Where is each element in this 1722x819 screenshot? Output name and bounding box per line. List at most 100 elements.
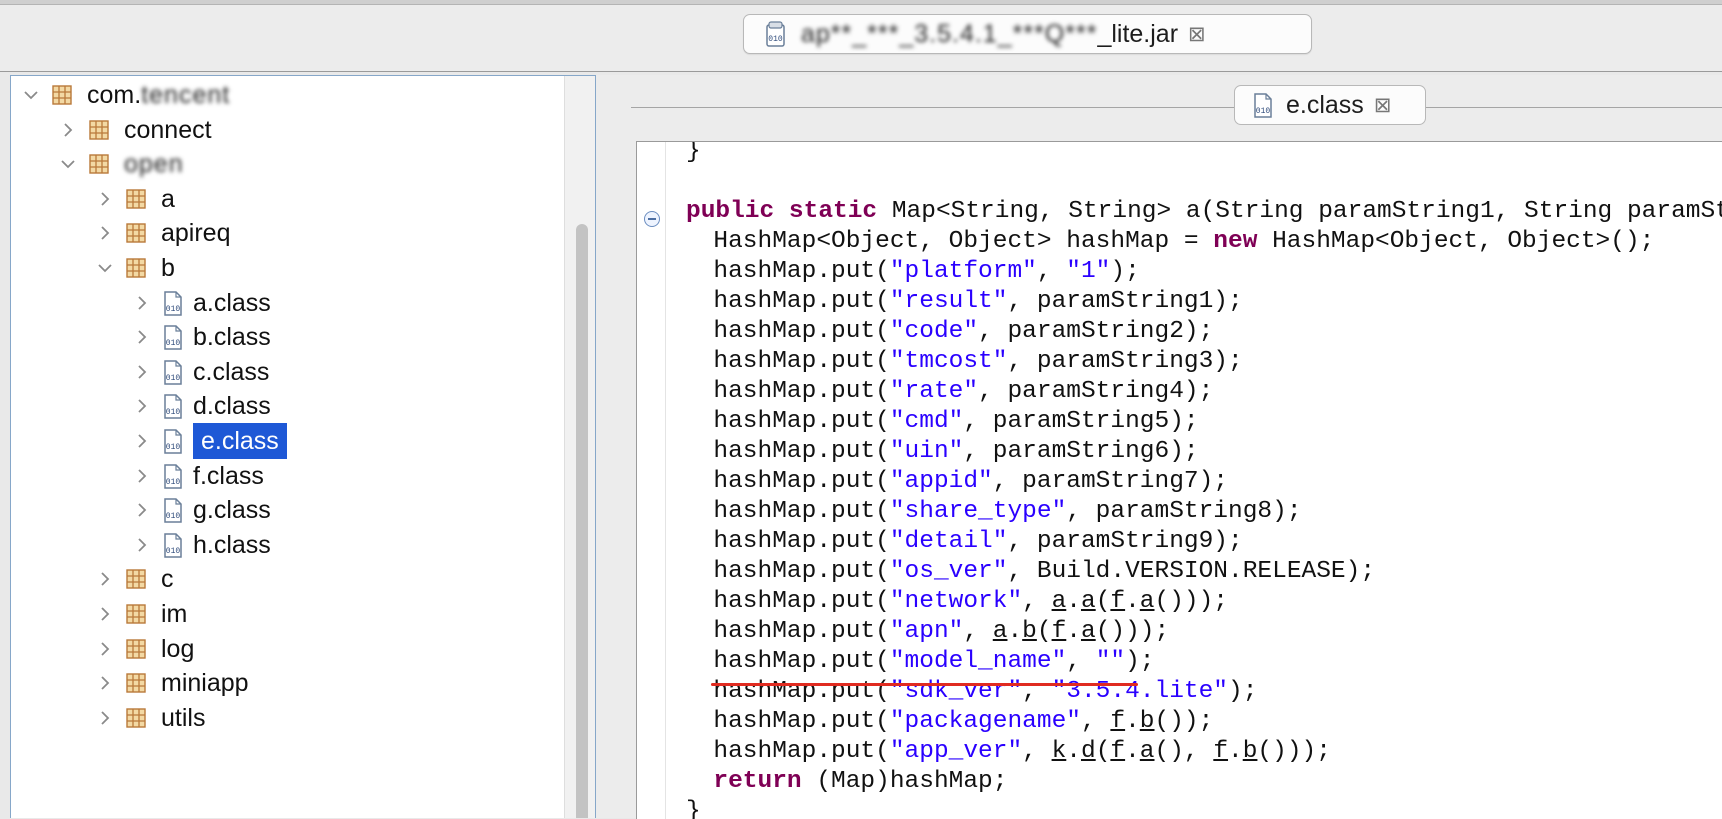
tree-item-text: apireq [161, 219, 231, 248]
code-text: hashMap.put( [684, 708, 890, 735]
tab-e-class[interactable]: 010 e.class ⊠ [1234, 85, 1426, 125]
code-string: "app_ver" [889, 738, 1023, 765]
tree-class-item[interactable]: 010 a.class [132, 284, 278, 322]
chevron-down-icon[interactable] [95, 258, 115, 278]
code-line: hashMap.put("platform", "1"); [684, 257, 1139, 287]
code-keyword: new [1213, 228, 1258, 255]
jar-tab-suffix: _lite.jar [1097, 19, 1179, 48]
tree-package-item[interactable]: miniapp [95, 664, 256, 702]
code-string: "appid" [889, 468, 993, 495]
code-line: hashMap.put("uin", paramString6); [684, 437, 1199, 467]
code-line: hashMap.put("rate", paramString4); [684, 377, 1213, 407]
svg-text:010: 010 [166, 408, 181, 417]
code-text: } [686, 798, 701, 819]
code-text: , paramString6); [963, 438, 1199, 465]
code-text: hashMap.put( [684, 258, 890, 285]
tab-jar-file[interactable]: 010 ap**_***_3.5.4.1_***Q***_lite.jar ⊠ [743, 14, 1312, 54]
code-string: "apn" [889, 618, 964, 645]
svg-text:010: 010 [166, 339, 181, 348]
package-icon [125, 672, 147, 694]
chevron-right-icon[interactable] [58, 120, 78, 140]
code-reference: a [1080, 618, 1096, 645]
chevron-right-icon[interactable] [95, 708, 115, 728]
code-text: . [1007, 618, 1023, 645]
class-file-icon: 010 [1252, 92, 1274, 119]
tree-class-item[interactable]: 010 g.class [132, 491, 278, 529]
tree-item-text: b.class [193, 323, 271, 352]
jar-tab-label: ap**_***_3.5.4.1_***Q***_lite.jar [801, 20, 1178, 49]
tree-package-item[interactable]: connect [58, 111, 219, 149]
tree-class-item[interactable]: 010 e.class [132, 422, 287, 460]
code-text: hashMap.put( [684, 318, 890, 345]
package-explorer: com.tencent connect open a apireq b 010 a.class… [10, 75, 596, 818]
tree-item-label: im [161, 596, 194, 632]
code-text: (Map)hashMap; [801, 768, 1008, 795]
tree-package-item[interactable]: im [95, 595, 194, 633]
tree-class-item[interactable]: 010 b.class [132, 318, 278, 356]
code-string: "os_ver" [889, 558, 1008, 585]
chevron-right-icon[interactable] [132, 396, 152, 416]
chevron-down-icon[interactable] [58, 154, 78, 174]
code-text: . [1125, 708, 1140, 735]
chevron-right-icon[interactable] [132, 293, 152, 313]
code-text: , [963, 618, 993, 645]
tree-item-label: miniapp [161, 665, 256, 701]
code-reference: b [1139, 708, 1155, 735]
chevron-down-icon[interactable] [21, 85, 41, 105]
binary-file-icon: 010 [765, 20, 787, 48]
tree-package-item[interactable]: com.tencent [21, 76, 237, 114]
chevron-right-icon[interactable] [132, 535, 152, 555]
chevron-right-icon[interactable] [132, 500, 152, 520]
code-text: . [1066, 618, 1081, 645]
code-text: ( [1095, 588, 1111, 615]
package-icon [125, 257, 147, 279]
code-text: , [1036, 258, 1067, 285]
chevron-right-icon[interactable] [95, 673, 115, 693]
chevron-right-icon[interactable] [95, 223, 115, 243]
tree-package-item[interactable]: c [95, 560, 181, 598]
code-editor[interactable]: } public static Map<String, String> a(Str… [636, 141, 1722, 819]
code-keyword: public static [686, 198, 878, 225]
chevron-right-icon[interactable] [132, 431, 152, 451]
tree-class-item[interactable]: 010 c.class [132, 353, 276, 391]
tree-item-label: b.class [193, 319, 278, 355]
tree-class-item[interactable]: 010 h.class [132, 526, 278, 564]
tree-item-text: b [161, 254, 175, 282]
code-line: hashMap.put("result", paramString1); [684, 287, 1242, 317]
chevron-right-icon[interactable] [95, 569, 115, 589]
code-reference: a [1080, 588, 1096, 615]
fold-collapse-icon[interactable] [644, 211, 660, 227]
code-text: HashMap<Object, Object>(); [1257, 228, 1655, 255]
code-string: "uin" [889, 438, 964, 465]
tree-package-item[interactable]: open [58, 145, 191, 183]
tree-package-item[interactable]: utils [95, 699, 212, 737]
package-icon [125, 603, 147, 625]
tree-package-item[interactable]: apireq [95, 214, 238, 252]
package-icon [125, 638, 147, 660]
chevron-right-icon[interactable] [132, 327, 152, 347]
chevron-right-icon[interactable] [95, 604, 115, 624]
code-string: "share_type" [889, 498, 1067, 525]
tree-class-item[interactable]: 010 d.class [132, 387, 278, 425]
tree-package-item[interactable]: a [95, 180, 182, 218]
close-icon[interactable]: ⊠ [1188, 22, 1206, 47]
tree-item-label: f.class [193, 458, 271, 494]
tree-package-item[interactable]: log [95, 630, 201, 668]
code-string: "network" [889, 588, 1023, 615]
tree-package-item[interactable]: b [95, 249, 182, 287]
scrollbar-thumb[interactable] [576, 224, 588, 818]
chevron-right-icon[interactable] [95, 639, 115, 659]
svg-text:010: 010 [1256, 107, 1271, 116]
chevron-right-icon[interactable] [95, 189, 115, 209]
class-file-icon: 010 [162, 323, 186, 351]
code-text: hashMap.put( [684, 438, 890, 465]
tree-class-item[interactable]: 010 f.class [132, 457, 271, 495]
code-text: hashMap.put( [684, 378, 890, 405]
tree-item-text: connect [124, 115, 212, 144]
svg-text:010: 010 [768, 35, 783, 44]
chevron-right-icon[interactable] [132, 362, 152, 382]
code-line: return (Map)hashMap; [684, 767, 1007, 797]
chevron-right-icon[interactable] [132, 466, 152, 486]
close-icon[interactable]: ⊠ [1374, 93, 1392, 118]
code-text: , paramString7); [992, 468, 1229, 495]
